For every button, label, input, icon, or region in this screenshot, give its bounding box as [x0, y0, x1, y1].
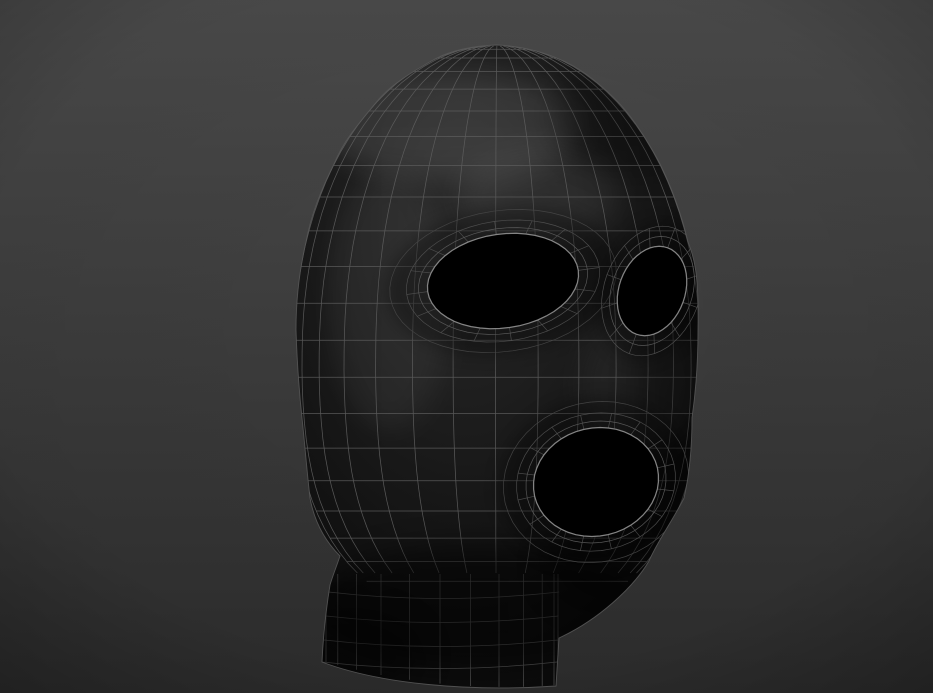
viewport-3d[interactable] — [0, 0, 933, 693]
scene-canvas[interactable] — [0, 0, 933, 693]
